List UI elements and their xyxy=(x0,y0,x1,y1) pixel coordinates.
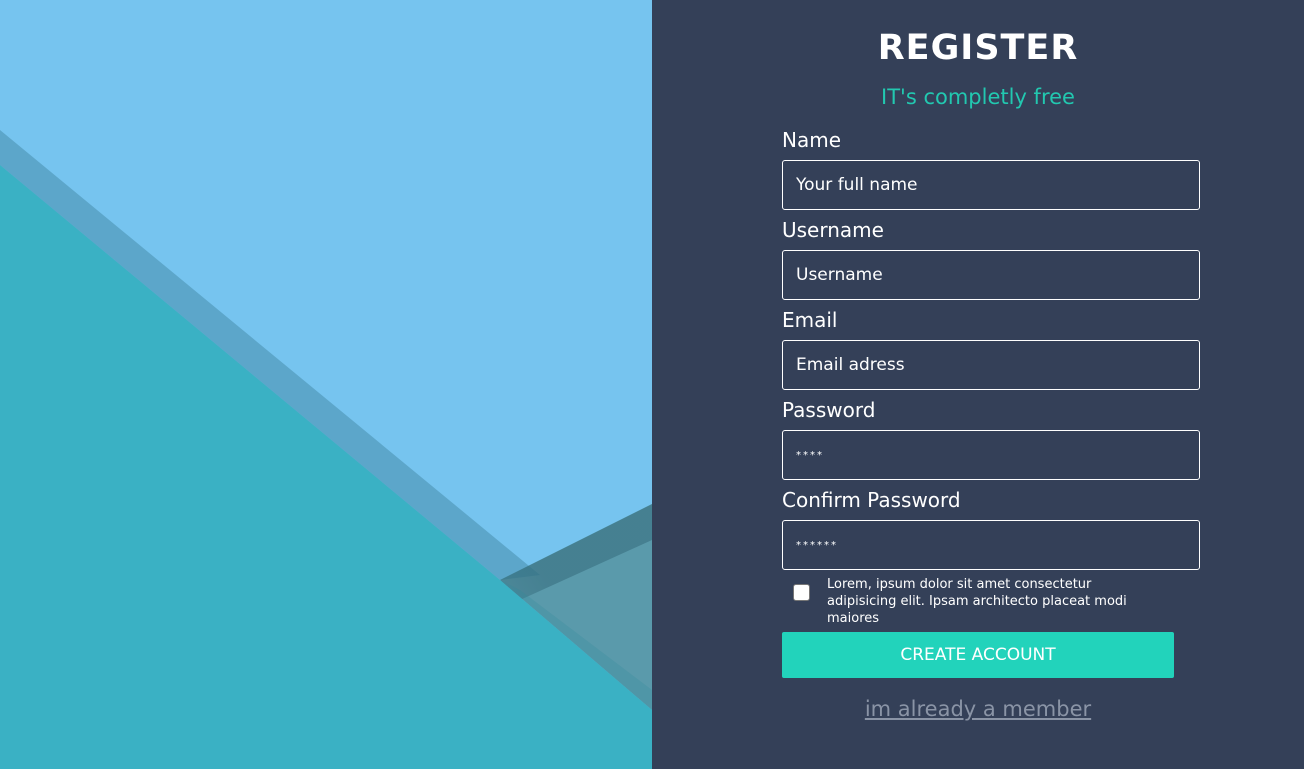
page-title: REGISTER xyxy=(877,28,1079,68)
decorative-shapes xyxy=(0,0,652,769)
password-label: Password xyxy=(782,398,876,422)
terms-row: Lorem, ipsum dolor sit amet consectetur … xyxy=(782,576,1200,632)
name-input[interactable] xyxy=(782,160,1200,210)
email-label: Email xyxy=(782,308,838,332)
terms-text: Lorem, ipsum dolor sit amet consectetur … xyxy=(827,577,1127,626)
confirm-password-input[interactable] xyxy=(782,520,1200,570)
password-input[interactable] xyxy=(782,430,1200,480)
page-subtitle: IT's completly free xyxy=(881,85,1075,109)
already-member-link[interactable]: im already a member xyxy=(652,697,1304,721)
register-page: REGISTER IT's completly free Name Userna… xyxy=(0,0,1304,769)
register-panel: REGISTER IT's completly free Name Userna… xyxy=(652,0,1304,769)
decorative-background xyxy=(0,0,652,769)
terms-checkbox[interactable] xyxy=(793,584,810,601)
register-form: Name Username Email Password Confirm Pas… xyxy=(782,126,1200,678)
email-input[interactable] xyxy=(782,340,1200,390)
create-account-button[interactable]: CREATE ACCOUNT xyxy=(782,632,1174,678)
name-label: Name xyxy=(782,128,842,152)
username-input[interactable] xyxy=(782,250,1200,300)
confirm-password-label: Confirm Password xyxy=(782,488,961,512)
username-label: Username xyxy=(782,218,884,242)
